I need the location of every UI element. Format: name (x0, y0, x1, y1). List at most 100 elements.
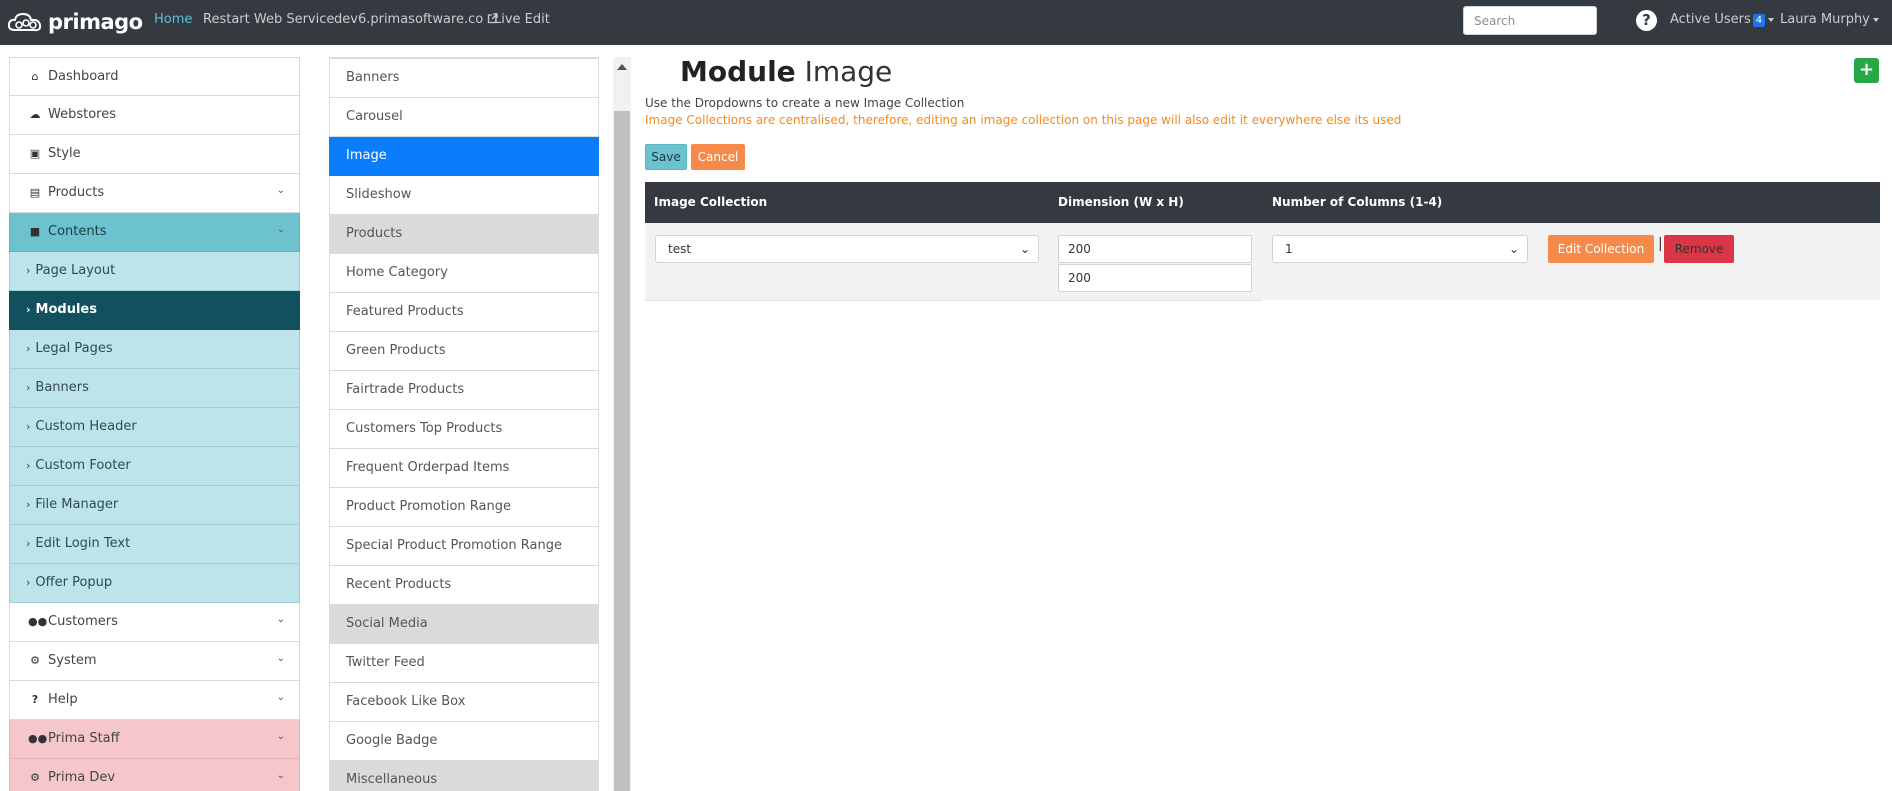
module-group-social-media: Social Media (329, 605, 599, 644)
sidebar-item-prima-dev[interactable]: ⚙ Prima Dev ⌄ (9, 759, 300, 791)
module-item-special-product-promotion-range[interactable]: Special Product Promotion Range (329, 527, 599, 566)
remove-button[interactable]: Remove (1664, 235, 1734, 263)
module-item-green-products[interactable]: Green Products (329, 332, 599, 371)
sidebar-sub-banners[interactable]: › Banners (9, 369, 300, 408)
module-list: Banners Carousel Image Slideshow Product… (329, 57, 599, 791)
sidebar-sub-legal-pages[interactable]: › Legal Pages (9, 330, 300, 369)
gear-icon: ⚙ (30, 654, 40, 667)
sidebar-sub-label: Page Layout (35, 263, 116, 278)
caret-down-icon (1768, 17, 1775, 22)
user-menu-dropdown[interactable]: Laura Murphy (1780, 0, 1879, 45)
module-item-google-badge[interactable]: Google Badge (329, 722, 599, 761)
sidebar-item-webstores[interactable]: ☁ Webstores (9, 96, 300, 135)
chevron-right-icon: › (26, 498, 31, 511)
chevron-down-icon: ⌄ (276, 770, 285, 781)
sidebar-item-products[interactable]: ▤ Products ⌄ (9, 174, 300, 213)
nav-restart-link[interactable]: Restart Web Service (203, 0, 334, 45)
module-item-carousel[interactable]: Carousel (329, 98, 599, 137)
chevron-down-icon: ⌄ (1508, 242, 1519, 256)
sidebar-item-customers[interactable]: ●● Customers ⌄ (9, 603, 300, 642)
module-item-slideshow[interactable]: Slideshow (329, 176, 599, 215)
separator: | (1658, 236, 1663, 252)
scrollbar-thumb[interactable] (614, 111, 630, 791)
active-users-badge: 4 (1752, 14, 1766, 27)
module-item-recent-products[interactable]: Recent Products (329, 566, 599, 605)
module-item-fairtrade-products[interactable]: Fairtrade Products (329, 371, 599, 410)
plus-icon: + (1858, 59, 1875, 80)
warning-text: Image Collections are centralised, there… (645, 113, 1402, 127)
chevron-right-icon: › (26, 576, 31, 589)
edit-collection-button[interactable]: Edit Collection (1548, 235, 1654, 263)
chevron-down-icon: ⌄ (1019, 242, 1030, 256)
add-collection-button[interactable]: + (1854, 58, 1879, 83)
sidebar-item-label: Prima Dev (48, 770, 116, 785)
sidebar: ⌂ Dashboard ☁ Webstores ▣ Style ▤ Produc… (9, 57, 300, 791)
sidebar-item-system[interactable]: ⚙ System ⌄ (9, 642, 300, 681)
sidebar-item-prima-staff[interactable]: ●● Prima Staff ⌄ (9, 720, 300, 759)
cancel-button[interactable]: Cancel (691, 144, 745, 170)
header-image-collection: Image Collection (654, 195, 768, 209)
active-users-dropdown[interactable]: Active Users 4 (1670, 0, 1775, 45)
sidebar-sub-edit-login-text[interactable]: › Edit Login Text (9, 525, 300, 564)
module-item-home-category[interactable]: Home Category (329, 254, 599, 293)
sidebar-item-style[interactable]: ▣ Style (9, 135, 300, 174)
logo[interactable]: primago (6, 8, 143, 36)
sidebar-item-label: Dashboard (48, 69, 119, 84)
module-group-miscellaneous: Miscellaneous (329, 761, 599, 791)
nav-home-link[interactable]: Home (154, 0, 192, 45)
module-group-products: Products (329, 215, 599, 254)
users-icon: ●● (28, 615, 48, 628)
chevron-down-icon: ⌄ (276, 731, 285, 742)
sidebar-item-help[interactable]: ? Help ⌄ (9, 681, 300, 720)
save-button[interactable]: Save (645, 144, 687, 170)
top-navbar: primago Home Restart Web Service dev6.pr… (0, 0, 1892, 45)
cloud-logo-icon (7, 12, 42, 32)
sidebar-sub-label: Edit Login Text (35, 536, 131, 551)
height-input[interactable]: 200 (1058, 264, 1252, 292)
sidebar-item-label: Style (48, 146, 81, 161)
module-item-facebook-like-box[interactable]: Facebook Like Box (329, 683, 599, 722)
nav-dev-site-label: dev6.primasoftware.co (334, 12, 484, 27)
image-collection-select[interactable]: test ⌄ (655, 235, 1039, 263)
row-gap (1262, 300, 1880, 308)
columns-select[interactable]: 1 ⌄ (1272, 235, 1528, 263)
chevron-right-icon: › (26, 381, 31, 394)
module-item-customers-top-products[interactable]: Customers Top Products (329, 410, 599, 449)
sidebar-item-dashboard[interactable]: ⌂ Dashboard (9, 57, 300, 96)
module-item-image[interactable]: Image (329, 137, 599, 176)
module-item-frequent-orderpad-items[interactable]: Frequent Orderpad Items (329, 449, 599, 488)
sidebar-sub-label: Banners (35, 380, 89, 395)
page-title: Module Image (680, 55, 892, 88)
sidebar-item-label: System (48, 653, 97, 668)
module-item-featured-products[interactable]: Featured Products (329, 293, 599, 332)
width-input[interactable]: 200 (1058, 235, 1252, 263)
sidebar-sub-label: File Manager (35, 497, 119, 512)
sidebar-sub-label: Legal Pages (35, 341, 113, 356)
folder-icon: ■ (29, 225, 41, 238)
sidebar-sub-custom-footer[interactable]: › Custom Footer (9, 447, 300, 486)
module-item-twitter-feed[interactable]: Twitter Feed (329, 644, 599, 683)
sidebar-sub-label: Custom Header (35, 419, 137, 434)
sidebar-sub-offer-popup[interactable]: › Offer Popup (9, 564, 300, 603)
header-columns: Number of Columns (1-4) (1272, 195, 1443, 209)
search-input[interactable] (1463, 6, 1597, 35)
scroll-up-arrow-icon[interactable] (617, 64, 627, 70)
sidebar-item-contents[interactable]: ■ Contents ⌄ (9, 213, 300, 252)
help-icon[interactable]: ? (1636, 10, 1657, 31)
sidebar-sub-page-layout[interactable]: › Page Layout (9, 252, 300, 291)
sidebar-item-label: Webstores (48, 107, 116, 122)
sidebar-sub-file-manager[interactable]: › File Manager (9, 486, 300, 525)
sidebar-item-label: Prima Staff (48, 731, 120, 746)
nav-dev-site-link[interactable]: dev6.primasoftware.co (334, 0, 499, 45)
chevron-right-icon: › (26, 420, 31, 433)
sidebar-sub-custom-header[interactable]: › Custom Header (9, 408, 300, 447)
module-item-product-promotion-range[interactable]: Product Promotion Range (329, 488, 599, 527)
nav-live-edit-link[interactable]: Live Edit (494, 0, 550, 45)
gear-icon: ⚙ (30, 771, 40, 784)
module-item-banners[interactable]: Banners (329, 59, 599, 98)
sidebar-sub-modules[interactable]: › Modules (9, 291, 300, 330)
image-collection-value: test (668, 242, 692, 256)
sidebar-item-label: Products (48, 185, 105, 200)
table-header: Image Collection Dimension (W x H) Numbe… (645, 182, 1880, 223)
columns-value: 1 (1285, 242, 1293, 256)
